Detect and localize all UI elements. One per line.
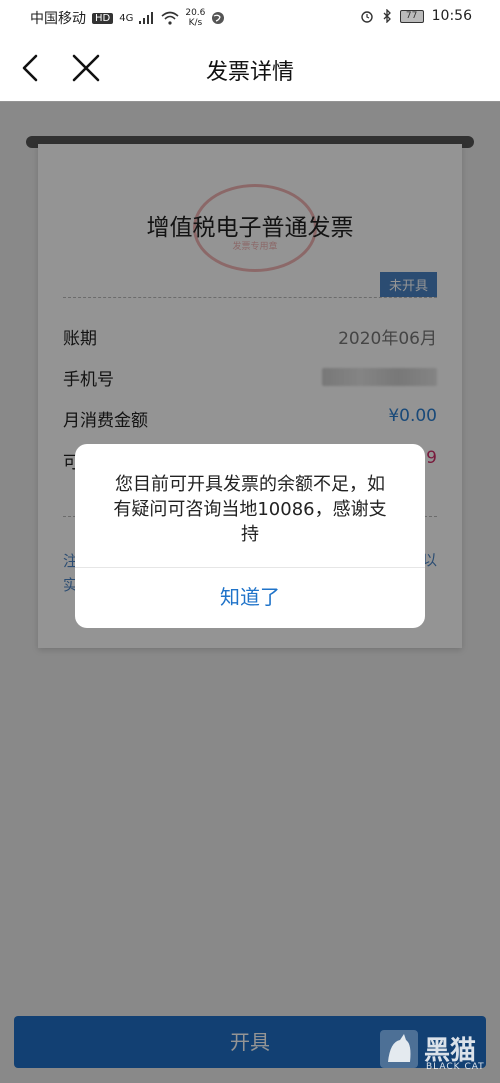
- nav-bar: 发票详情: [0, 36, 500, 102]
- speed-value: 20.6: [185, 8, 206, 18]
- signal-icon: [139, 12, 154, 24]
- globe-icon: [212, 12, 225, 24]
- network-type: 4G: [119, 12, 134, 24]
- alert-dialog: 您目前可开具发票的余额不足，如有疑问可咨询当地10086，感谢支持 知道了: [75, 444, 425, 628]
- status-bar: 中国移动 HD 4G 20.6 K/s 77 10:56: [0, 0, 500, 36]
- clock: 10:56: [431, 8, 472, 24]
- bluetooth-icon: [383, 9, 391, 23]
- status-right: 77 10:56: [360, 8, 472, 24]
- network-speed: 20.6 K/s: [185, 8, 205, 28]
- carrier-name: 中国移动: [30, 11, 86, 27]
- alarm-icon: [360, 11, 373, 23]
- battery-icon: 77: [399, 9, 424, 23]
- watermark-logo: 黑猫 BLACK CAT: [378, 1028, 488, 1078]
- speed-unit: K/s: [188, 18, 203, 28]
- watermark-brand-en: BLACK CAT: [426, 1062, 485, 1072]
- page-title: 发票详情: [205, 60, 294, 85]
- status-left: 中国移动 HD 4G 20.6 K/s: [30, 8, 225, 28]
- wifi-icon: [161, 11, 179, 25]
- cat-logo-icon: [380, 1030, 418, 1068]
- confirm-button[interactable]: 知道了: [75, 567, 425, 628]
- hd-badge: HD: [92, 12, 114, 24]
- dialog-message: 您目前可开具发票的余额不足，如有疑问可咨询当地10086，感谢支持: [113, 474, 387, 545]
